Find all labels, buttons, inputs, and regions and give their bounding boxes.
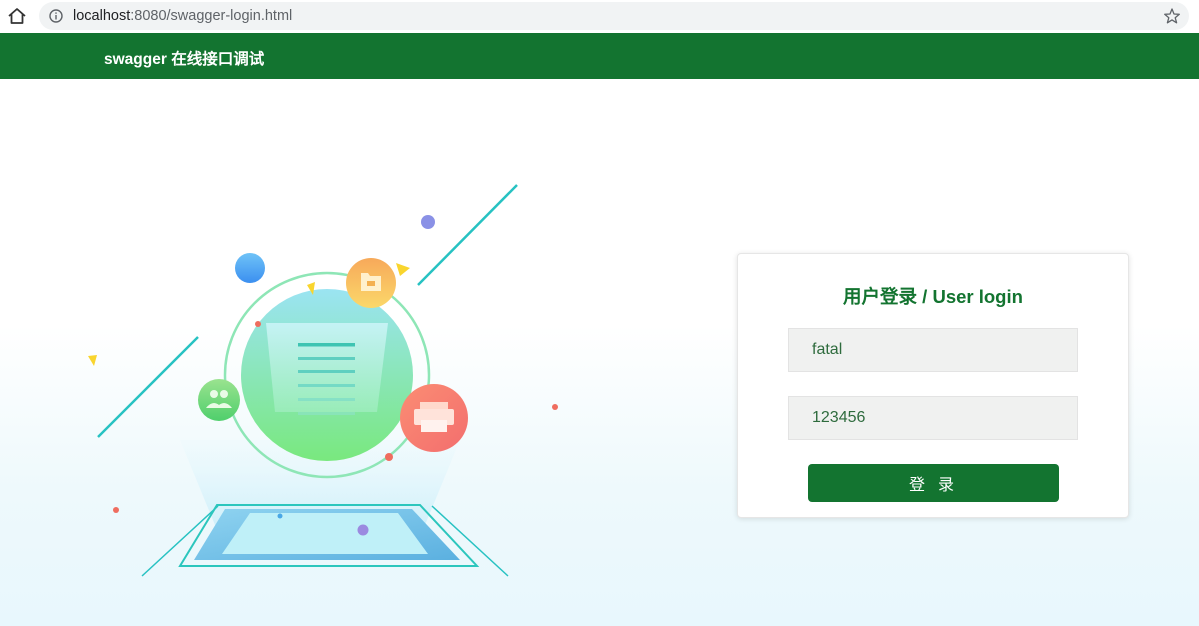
login-title: 用户登录 / User login — [843, 286, 1023, 307]
password-input[interactable] — [788, 396, 1078, 440]
app-title: swagger 在线接口调试 — [104, 51, 265, 68]
address-bar[interactable]: localhost:8080/swagger-login.html — [39, 2, 1189, 30]
hero-illustration — [80, 180, 580, 590]
star-icon[interactable] — [1163, 7, 1181, 25]
info-icon[interactable] — [49, 9, 63, 23]
login-button[interactable]: 登 录 — [808, 464, 1059, 502]
url-path: :8080/swagger-login.html — [130, 8, 293, 24]
login-card: 用户登录 / User login 登 录 — [737, 253, 1129, 518]
url-host: localhost — [73, 8, 131, 24]
browser-toolbar: localhost:8080/swagger-login.html — [0, 0, 1199, 33]
home-icon[interactable] — [6, 6, 28, 26]
app-header: swagger 在线接口调试 — [0, 33, 1199, 79]
username-input[interactable] — [788, 328, 1078, 372]
url-text: localhost:8080/swagger-login.html — [73, 8, 292, 24]
